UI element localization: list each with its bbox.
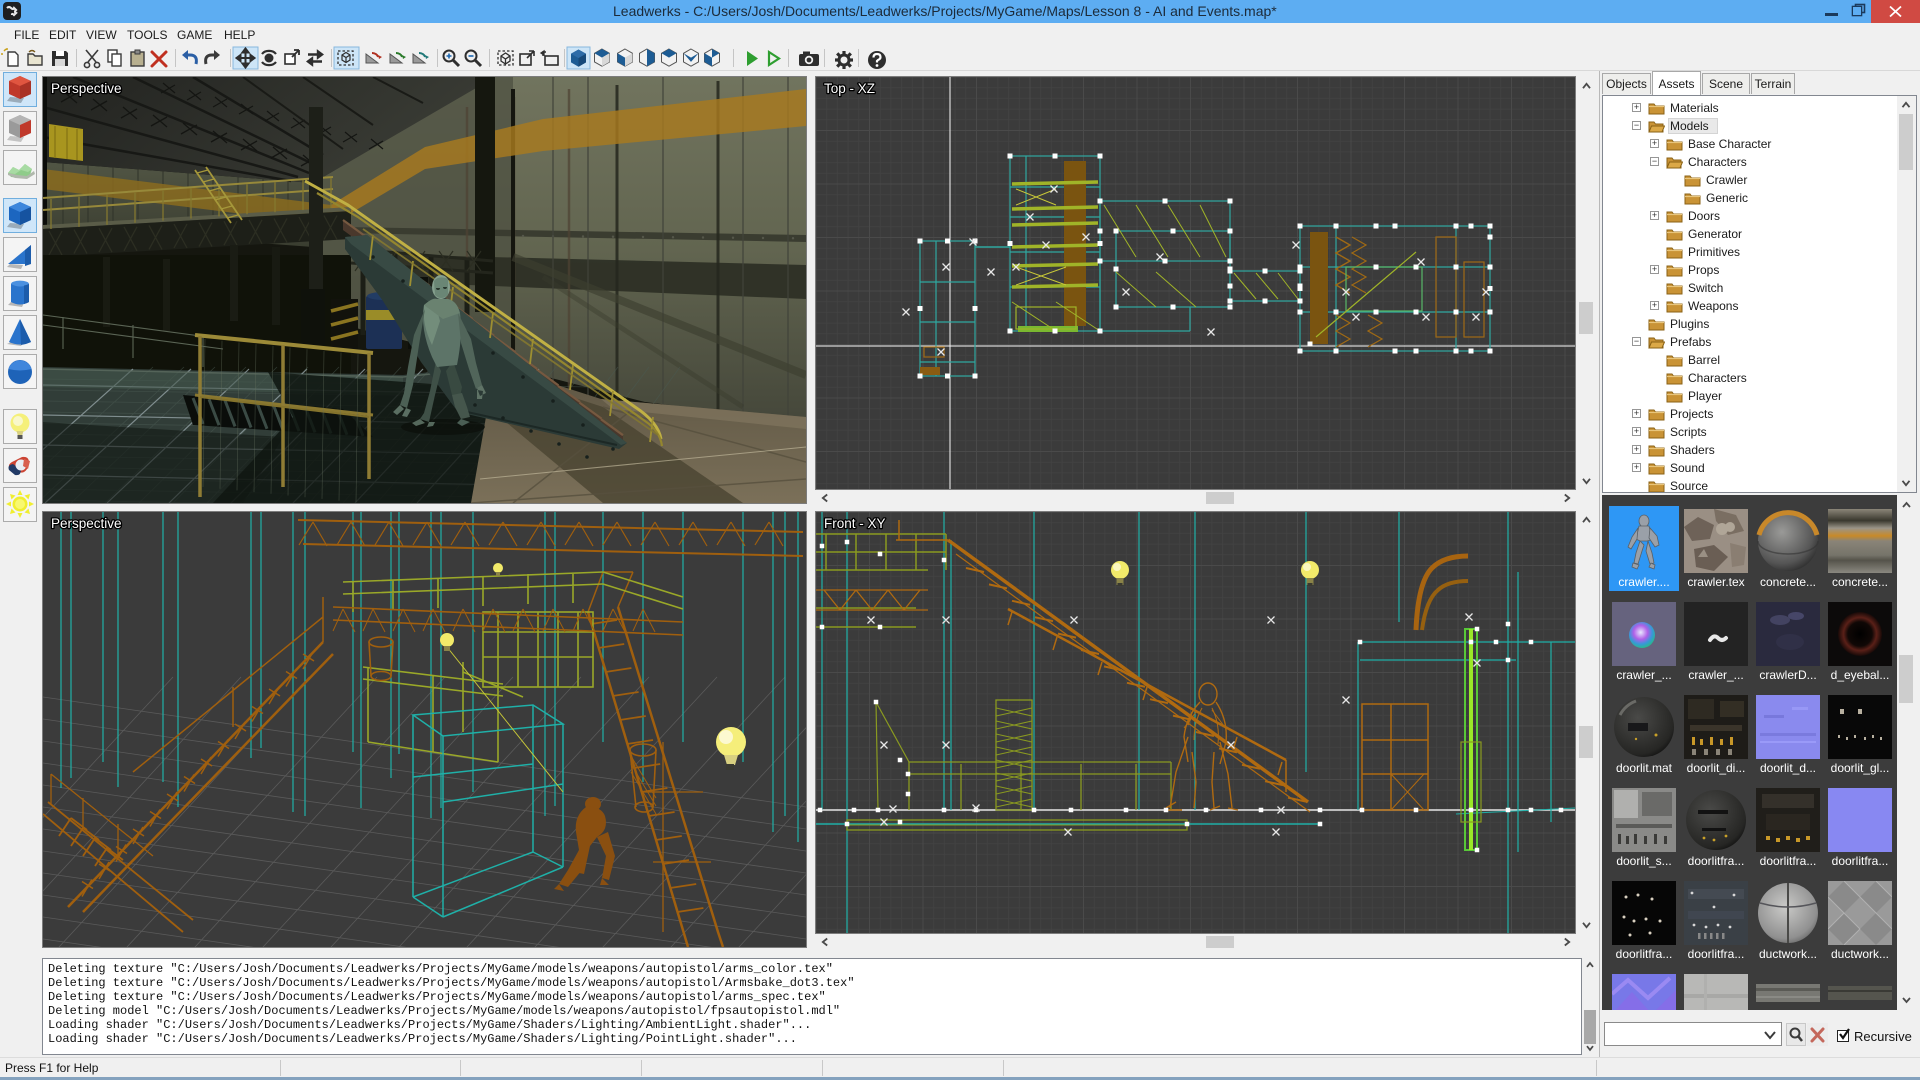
svg-text:Perspective: Perspective	[51, 516, 122, 531]
svg-text:Top - XZ: Top - XZ	[824, 81, 875, 96]
svg-text:Perspective: Perspective	[51, 81, 122, 96]
svg-text:Front - XY: Front - XY	[824, 516, 886, 531]
